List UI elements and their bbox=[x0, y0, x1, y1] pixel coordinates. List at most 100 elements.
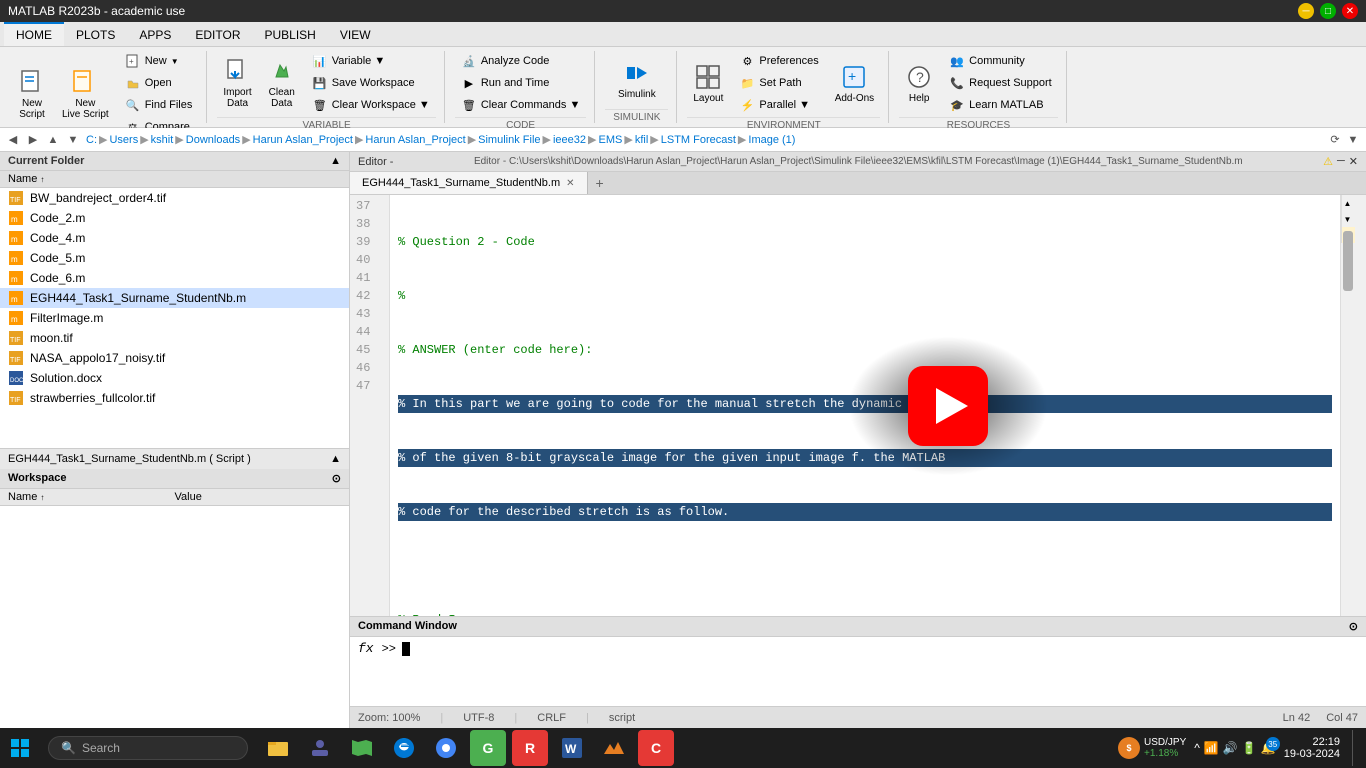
path-item-image[interactable]: Image (1) bbox=[748, 134, 795, 146]
request-support-button[interactable]: 📞 Request Support bbox=[943, 73, 1058, 93]
preferences-button[interactable]: ⚙ Preferences bbox=[733, 51, 824, 71]
nav-browse-button[interactable]: ▼ bbox=[64, 131, 82, 149]
file-item-filter[interactable]: m FilterImage.m bbox=[0, 308, 349, 328]
scrollbar-down-button[interactable]: ▼ bbox=[1342, 211, 1353, 227]
file-item-code5[interactable]: m Code_5.m bbox=[0, 248, 349, 268]
new-script-button[interactable]: NewScript bbox=[12, 64, 52, 124]
file-name-nasa: NASA_appolo17_noisy.tif bbox=[30, 351, 165, 365]
editor-tab-main[interactable]: EGH444_Task1_Surname_StudentNb.m ✕ bbox=[350, 172, 588, 194]
clear-commands-button[interactable]: 🗑 Clear Commands ▼ bbox=[455, 95, 587, 115]
battery-icon[interactable]: 🔋 bbox=[1242, 741, 1257, 755]
show-desktop-button[interactable] bbox=[1352, 730, 1358, 766]
nav-up-button[interactable]: ▲ bbox=[44, 131, 62, 149]
script-info-arrow[interactable]: ▲ bbox=[330, 453, 341, 465]
tab-plots[interactable]: PLOTS bbox=[64, 22, 127, 46]
notification-area[interactable]: 🔔 35 bbox=[1261, 741, 1276, 755]
path-item-kshit[interactable]: kshit bbox=[151, 134, 174, 146]
tab-view[interactable]: VIEW bbox=[328, 22, 383, 46]
taskbar-icon-green[interactable]: G bbox=[470, 730, 506, 766]
current-folder-collapse[interactable]: ▲ bbox=[330, 155, 341, 167]
tab-publish[interactable]: PUBLISH bbox=[253, 22, 328, 46]
taskbar-icon-explorer[interactable] bbox=[260, 730, 296, 766]
minimize-button[interactable]: ─ bbox=[1298, 3, 1314, 19]
add-ons-button[interactable]: + Add-Ons bbox=[829, 59, 880, 108]
set-path-button[interactable]: 📁 Set Path bbox=[733, 73, 824, 93]
editor-minimize[interactable]: ─ bbox=[1337, 155, 1345, 168]
path-item-users[interactable]: Users bbox=[109, 134, 138, 146]
path-item-ieee32[interactable]: ieee32 bbox=[553, 134, 586, 146]
file-item-bw[interactable]: TIF BW_bandreject_order4.tif bbox=[0, 188, 349, 208]
layout-button[interactable]: Layout bbox=[687, 59, 729, 108]
address-dropdown-button[interactable]: ▼ bbox=[1344, 131, 1362, 149]
nav-forward-button[interactable]: ▶ bbox=[24, 131, 42, 149]
workspace-options[interactable]: ⊙ bbox=[332, 472, 341, 485]
taskbar-icon-map[interactable] bbox=[344, 730, 380, 766]
path-item-lstm[interactable]: LSTM Forecast bbox=[661, 134, 736, 146]
simulink-button[interactable]: Simulink bbox=[612, 55, 662, 104]
scrollbar-thumb[interactable] bbox=[1343, 231, 1353, 291]
editor-tab-add-button[interactable]: + bbox=[588, 172, 612, 194]
file-item-code2[interactable]: m Code_2.m bbox=[0, 208, 349, 228]
path-item-kfil[interactable]: kfil bbox=[635, 134, 648, 146]
taskbar-icon-extra1[interactable]: C bbox=[638, 730, 674, 766]
tab-home[interactable]: HOME bbox=[4, 22, 64, 46]
youtube-play-button[interactable] bbox=[908, 366, 988, 446]
clear-workspace-button[interactable]: 🗑 Clear Workspace ▼ bbox=[306, 95, 436, 115]
path-item-ems[interactable]: EMS bbox=[599, 134, 623, 146]
wifi-icon[interactable]: 📶 bbox=[1204, 741, 1219, 755]
status-type: script bbox=[609, 712, 635, 724]
volume-icon[interactable]: 🔊 bbox=[1223, 741, 1238, 755]
tab-editor[interactable]: EDITOR bbox=[183, 22, 252, 46]
path-item-simulink[interactable]: Simulink File bbox=[478, 134, 540, 146]
tab-apps[interactable]: APPS bbox=[127, 22, 183, 46]
close-button[interactable]: ✕ bbox=[1342, 3, 1358, 19]
file-item-moon[interactable]: TIF moon.tif bbox=[0, 328, 349, 348]
find-files-button[interactable]: 🔍 Find Files bbox=[119, 95, 199, 115]
taskbar-datetime[interactable]: 22:19 19-03-2024 bbox=[1284, 736, 1340, 760]
command-window-options[interactable]: ⊙ bbox=[1349, 620, 1358, 633]
editor-close[interactable]: ✕ bbox=[1349, 155, 1358, 168]
clean-data-button[interactable]: CleanData bbox=[262, 53, 302, 113]
path-item-downloads[interactable]: Downloads bbox=[186, 134, 240, 146]
import-data-button[interactable]: ImportData bbox=[217, 53, 257, 113]
new-button[interactable]: + New ▼ bbox=[119, 51, 199, 71]
community-button[interactable]: 👥 Community bbox=[943, 51, 1058, 71]
open-button[interactable]: Open bbox=[119, 73, 199, 93]
editor-tab-close[interactable]: ✕ bbox=[566, 178, 574, 189]
clear-workspace-label: Clear Workspace ▼ bbox=[332, 99, 430, 111]
maximize-button[interactable]: □ bbox=[1320, 3, 1336, 19]
taskbar-search[interactable]: 🔍 Search bbox=[48, 736, 248, 760]
name-column-header[interactable]: Name ↑ bbox=[8, 173, 341, 185]
start-button[interactable] bbox=[0, 728, 40, 768]
file-item-strawberries[interactable]: TIF strawberries_fullcolor.tif bbox=[0, 388, 349, 408]
chevron-up-icon[interactable]: ^ bbox=[1194, 741, 1200, 755]
path-item-harun1[interactable]: Harun Aslan_Project bbox=[253, 134, 353, 146]
currency-widget[interactable]: $ USD/JPY +1.18% bbox=[1118, 737, 1186, 759]
run-and-time-button[interactable]: ▶ Run and Time bbox=[455, 73, 587, 93]
new-live-script-button[interactable]: NewLive Script bbox=[56, 64, 115, 124]
nav-back-button[interactable]: ◀ bbox=[4, 131, 22, 149]
file-item-code4[interactable]: m Code_4.m bbox=[0, 228, 349, 248]
path-item-harun2[interactable]: Harun Aslan_Project bbox=[365, 134, 465, 146]
analyze-code-button[interactable]: 🔬 Analyze Code bbox=[455, 51, 587, 71]
taskbar-icon-matlab[interactable] bbox=[596, 730, 632, 766]
save-workspace-button[interactable]: 💾 Save Workspace bbox=[306, 73, 436, 93]
file-item-code6[interactable]: m Code_6.m bbox=[0, 268, 349, 288]
help-button[interactable]: ? Help bbox=[899, 59, 939, 108]
taskbar-icon-word[interactable]: W bbox=[554, 730, 590, 766]
file-item-nasa[interactable]: TIF NASA_appolo17_noisy.tif bbox=[0, 348, 349, 368]
editor-scrollbar[interactable]: ▲ ▼ bbox=[1341, 195, 1353, 227]
taskbar-icon-edge[interactable] bbox=[386, 730, 422, 766]
file-item-egh444[interactable]: m EGH444_Task1_Surname_StudentNb.m bbox=[0, 288, 349, 308]
path-item-c[interactable]: C: bbox=[86, 134, 97, 146]
taskbar-icon-chrome[interactable] bbox=[428, 730, 464, 766]
file-item-solution[interactable]: DOC Solution.docx bbox=[0, 368, 349, 388]
variable-button[interactable]: 📊 Variable ▼ bbox=[306, 51, 436, 71]
address-refresh-button[interactable]: ⟳ bbox=[1326, 131, 1344, 149]
taskbar-icon-teams[interactable] bbox=[302, 730, 338, 766]
file-name-code4: Code_4.m bbox=[30, 231, 85, 245]
learn-matlab-button[interactable]: 🎓 Learn MATLAB bbox=[943, 95, 1058, 115]
parallel-button[interactable]: ⚡ Parallel ▼ bbox=[733, 95, 824, 115]
taskbar-icon-red[interactable]: R bbox=[512, 730, 548, 766]
scrollbar-up-button[interactable]: ▲ bbox=[1342, 195, 1353, 211]
